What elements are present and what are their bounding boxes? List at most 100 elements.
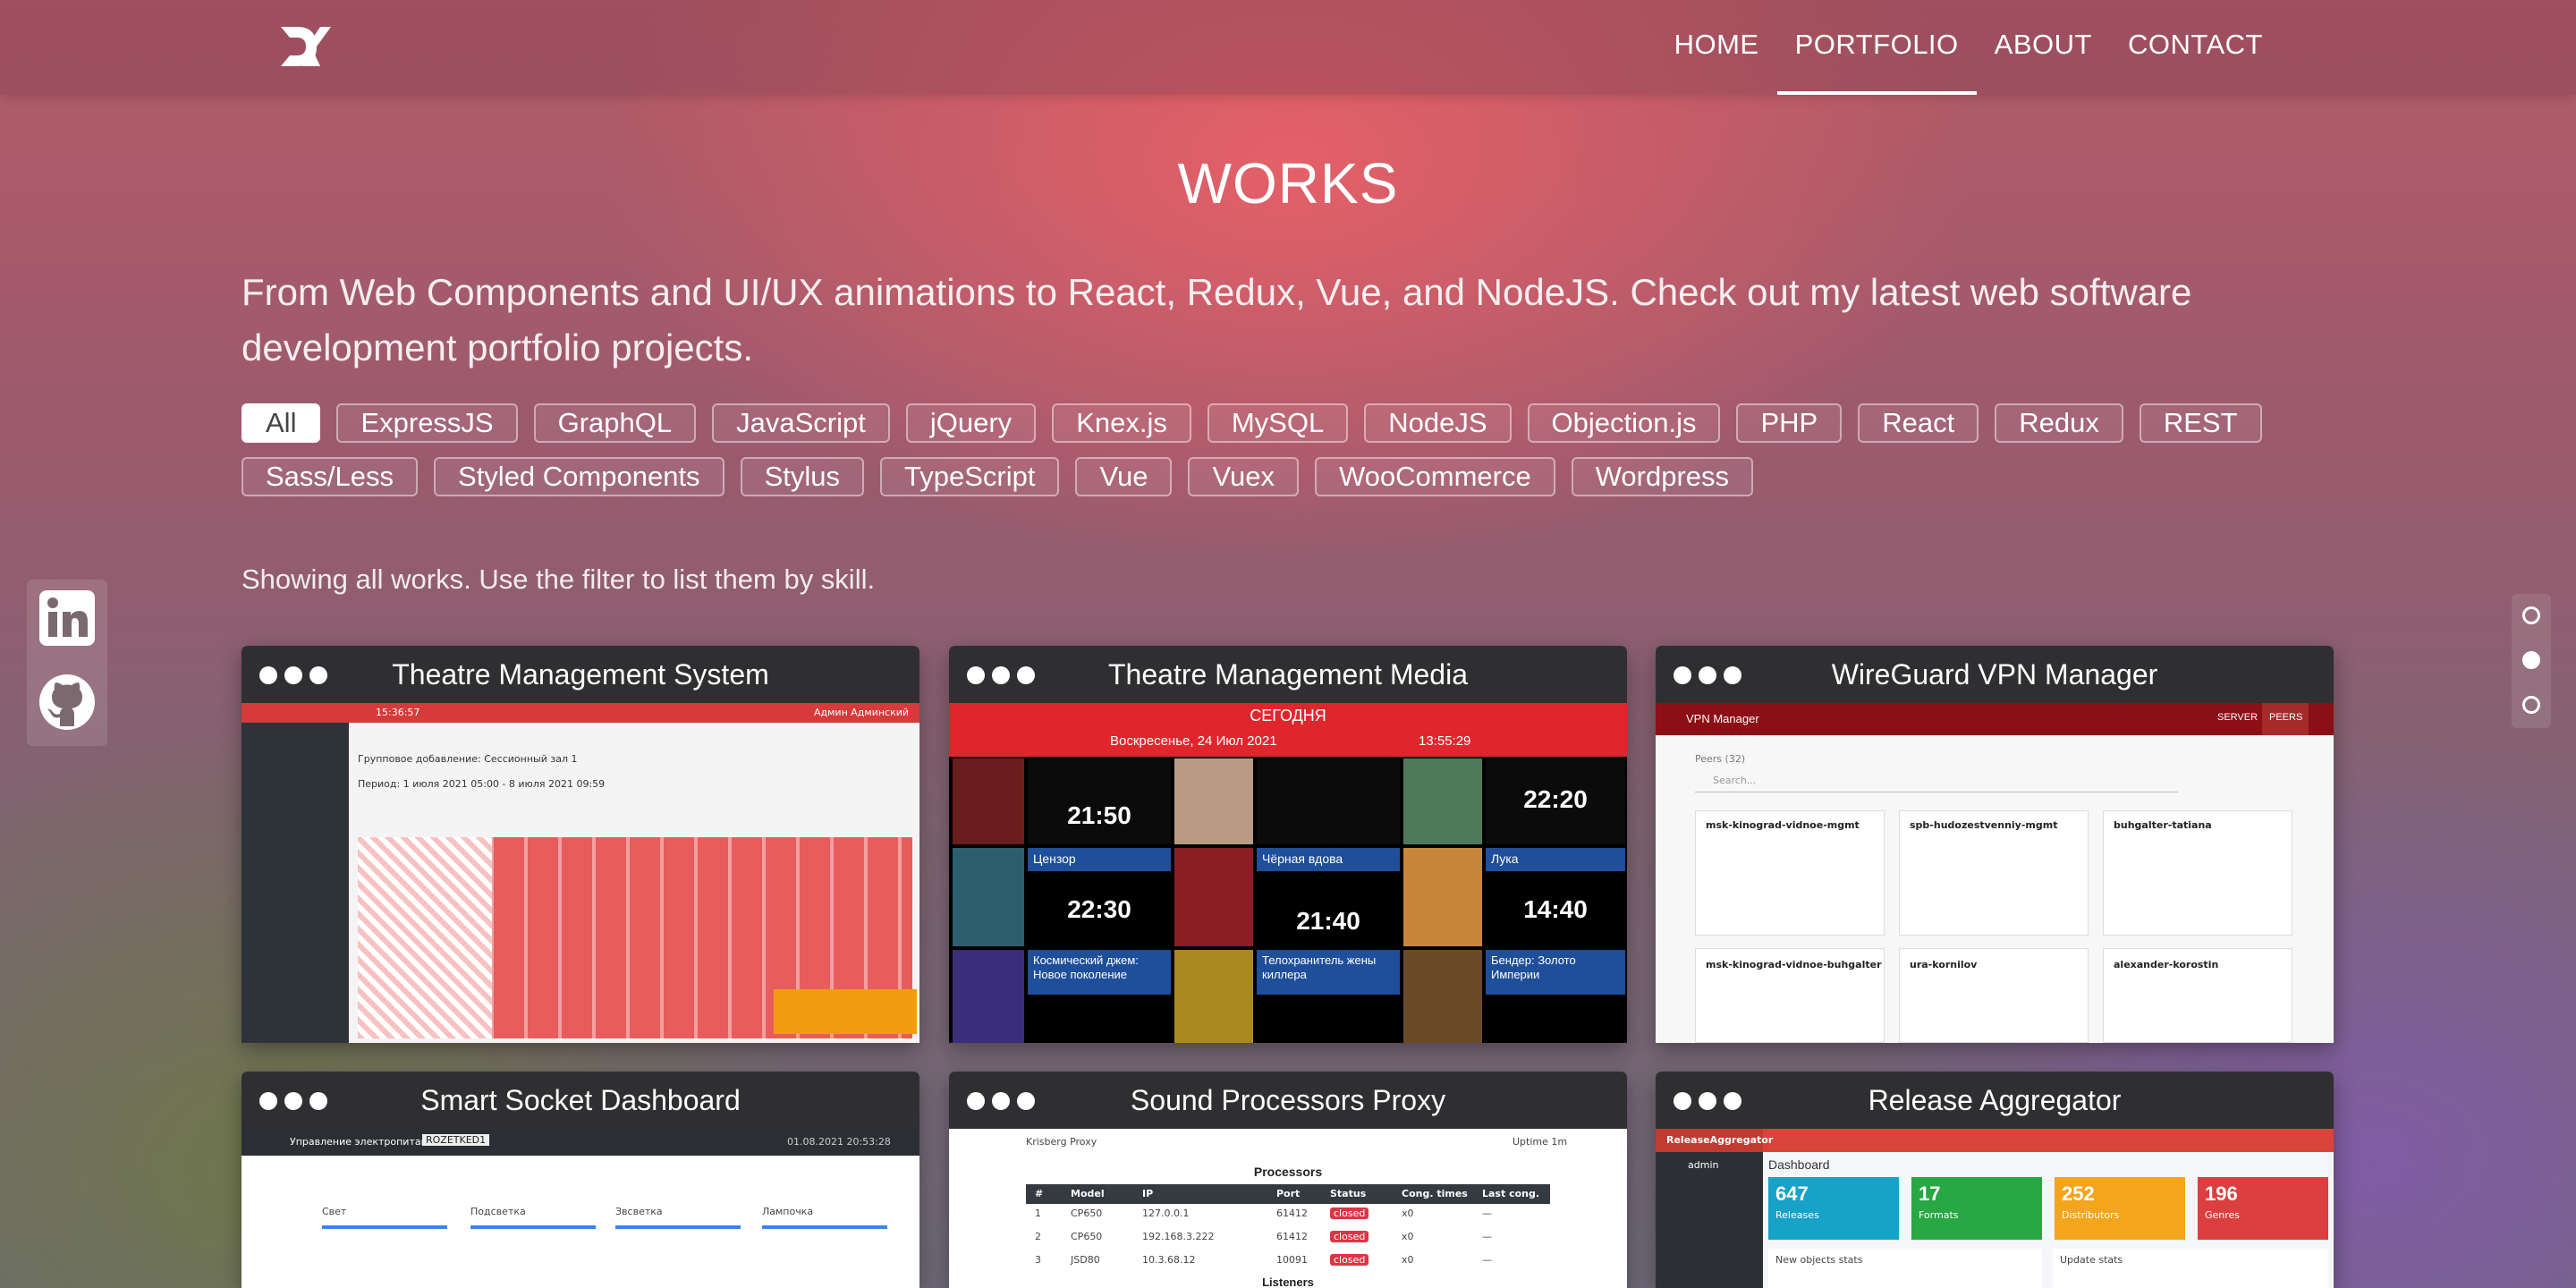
linkedin-icon[interactable] (38, 589, 97, 648)
shot-stats: 647 Releases 17 Formats 252 Distributors 196 Ge… (1768, 1177, 2328, 1240)
shot-time: 15:36:57 (376, 707, 420, 718)
shot-table-cell: 1 (1035, 1208, 1041, 1219)
filter-chip-expressjs[interactable]: ExpressJS (336, 403, 518, 443)
work-card-theatre-management-media[interactable]: Theatre Management Media СЕГОДНЯ Воскрес… (949, 646, 1627, 1043)
shot-movie-5: Телохранитель жены киллера (1262, 953, 1377, 981)
shot-table-cell: closed (1330, 1208, 1369, 1219)
shot-time-4: 21:40 (1296, 907, 1360, 935)
filter-chip-stylus[interactable]: Stylus (740, 457, 864, 496)
filter-chip-styled-components[interactable]: Styled Components (434, 457, 724, 496)
shot-footer: Listeners (1262, 1275, 1314, 1288)
card-screenshot: 15:36:57 Админ Админский Групповое добав… (242, 703, 919, 1043)
filter-chip-nodejs[interactable]: NodeJS (1364, 403, 1512, 443)
shot-stat-value: 252 (2062, 1182, 2095, 1205)
section-dot-1[interactable] (2522, 606, 2540, 624)
filter-chip-all[interactable]: All (242, 403, 321, 443)
card-title: WireGuard VPN Manager (1831, 658, 2158, 691)
work-card-theatre-management-system[interactable]: Theatre Management System 15:36:57 Админ… (242, 646, 919, 1043)
shot-stat-value: 196 (2205, 1182, 2238, 1205)
filter-chip-knex-js[interactable]: Knex.js (1052, 403, 1191, 443)
shot-panel-2: Update stats (2060, 1254, 2123, 1266)
card-titlebar: Release Aggregator (1656, 1072, 2334, 1129)
shot-table-cell: 61412 (1276, 1231, 1308, 1242)
shot-movie-3: Лука (1491, 852, 1519, 866)
section-dots (2512, 594, 2551, 728)
filter-chip-typescript[interactable]: TypeScript (879, 457, 1060, 496)
section-dot-3[interactable] (2522, 696, 2540, 714)
shot-stat-label: Genres (2205, 1209, 2241, 1221)
nav-about[interactable]: ABOUT (1977, 0, 2110, 95)
shot-section: Processors (1253, 1165, 1323, 1179)
section-dot-2[interactable] (2522, 651, 2540, 669)
shot-date: 01.08.2021 20:53:28 (787, 1136, 891, 1148)
github-icon[interactable] (38, 673, 97, 732)
shot-table-cell: 10.3.68.12 (1142, 1254, 1196, 1266)
shot-tab-peers: PEERS (2269, 712, 2303, 723)
intro-text: From Web Components and UI/UX animations… (242, 271, 2192, 369)
skill-filters: All ExpressJS GraphQL JavaScript jQuery Knex.… (242, 403, 2299, 511)
shot-title: Dashboard (1768, 1157, 1830, 1172)
shot-table-cell: CP650 (1071, 1208, 1103, 1219)
filter-chip-redux[interactable]: Redux (1995, 403, 2123, 443)
filter-chip-vue[interactable]: Vue (1075, 457, 1173, 496)
shot-table-cell: — (1482, 1231, 1492, 1242)
shot-period: Период: 1 июля 2021 05:00 - 8 июля 2021 … (358, 778, 606, 790)
card-screenshot: VPN Manager SERVER PEERS Peers (32) Sear… (1656, 703, 2334, 1043)
shot-table-header: # Model IP Port Status Cong. times Last cong. (1026, 1188, 1550, 1202)
shot-user: admin (1688, 1159, 1719, 1171)
card-screenshot: СЕГОДНЯ Воскресенье, 24 Июл 2021 13:55:2… (949, 703, 1627, 1043)
shot-user: Админ Админский (814, 707, 910, 718)
shot-time-2: 22:20 (1523, 785, 1588, 813)
site-logo-icon[interactable] (275, 23, 333, 70)
shot-time-3: 22:30 (1067, 895, 1131, 923)
shot-table-cell: 192.168.3.222 (1142, 1231, 1215, 1242)
work-card-smart-socket-dashboard[interactable]: Smart Socket Dashboard Управление электр… (242, 1072, 919, 1288)
card-titlebar: Theatre Management Media (949, 646, 1627, 703)
shot-table-cell: JSD80 (1071, 1254, 1100, 1266)
shot-clock: 13:55:29 (1419, 733, 1471, 749)
shot-table-cell: 3 (1035, 1254, 1041, 1266)
shot-col-header: Model (1071, 1188, 1105, 1199)
card-titlebar: Sound Processors Proxy (949, 1072, 1627, 1129)
filter-chip-vuex[interactable]: Vuex (1188, 457, 1299, 496)
shot-stat-box: 647 Releases (1768, 1177, 1899, 1240)
nav-portfolio[interactable]: PORTFOLIO (1776, 0, 1977, 95)
social-links (27, 580, 107, 746)
card-titlebar: WireGuard VPN Manager (1656, 646, 2334, 703)
card-title: Smart Socket Dashboard (420, 1084, 741, 1116)
work-card-sound-processors-proxy[interactable]: Sound Processors Proxy Krisberg Proxy Up… (949, 1072, 1627, 1288)
shot-peer-4: msk-kinograd-vidnoe-buhgalter (1706, 959, 1882, 970)
shot-panel-1: New objects stats (1775, 1254, 1863, 1266)
filter-chip-react[interactable]: React (1858, 403, 1979, 443)
filter-chip-woocommerce[interactable]: WooCommerce (1314, 457, 1555, 496)
filter-chip-mysql[interactable]: MySQL (1207, 403, 1349, 443)
shot-app: Krisberg Proxy (1026, 1136, 1097, 1148)
work-card-wireguard-vpn-manager[interactable]: WireGuard VPN Manager VPN Manager SERVER… (1656, 646, 2334, 1043)
filter-chip-jquery[interactable]: jQuery (905, 403, 1037, 443)
shot-banner: Групповое добавление: Сессионный зал 1 (358, 753, 578, 765)
filter-chip-objection-js[interactable]: Objection.js (1527, 403, 1721, 443)
shot-col-header: Port (1276, 1188, 1301, 1199)
card-screenshot: Управление электропитанием ROZETKED1 01.… (242, 1129, 919, 1288)
card-title: Sound Processors Proxy (1130, 1084, 1446, 1116)
filter-chip-rest[interactable]: REST (2139, 403, 2262, 443)
card-title: Theatre Management Media (1108, 658, 1468, 691)
work-card-release-aggregator[interactable]: Release Aggregator ReleaseAggregator adm… (1656, 1072, 2334, 1288)
nav-contact[interactable]: CONTACT (2110, 0, 2281, 95)
filter-chip-graphql[interactable]: GraphQL (533, 403, 697, 443)
filter-chip-sass-less[interactable]: Sass/Less (242, 457, 419, 496)
nav-home[interactable]: HOME (1657, 0, 1777, 95)
shot-table-cell: x0 (1402, 1231, 1414, 1242)
shot-date: Воскресенье, 24 Июл 2021 (1110, 733, 1277, 749)
filter-chip-wordpress[interactable]: Wordpress (1571, 457, 1754, 496)
main-nav: HOME PORTFOLIO ABOUT CONTACT (1657, 0, 2281, 95)
shot-group-4: Лампочка (762, 1206, 814, 1217)
shot-peer-1: msk-kinograd-vidnoe-mgmt (1706, 819, 1860, 831)
filter-chip-javascript[interactable]: JavaScript (712, 403, 890, 443)
shot-table-cell: 10091 (1276, 1254, 1308, 1266)
shot-movie-6: Бендер: Золото Империи (1491, 953, 1576, 981)
shot-table-cell: x0 (1402, 1254, 1414, 1266)
filter-chip-php[interactable]: PHP (1736, 403, 1843, 443)
shot-time-5: 14:40 (1523, 895, 1588, 923)
shot-stat-box: 17 Formats (1911, 1177, 2042, 1240)
